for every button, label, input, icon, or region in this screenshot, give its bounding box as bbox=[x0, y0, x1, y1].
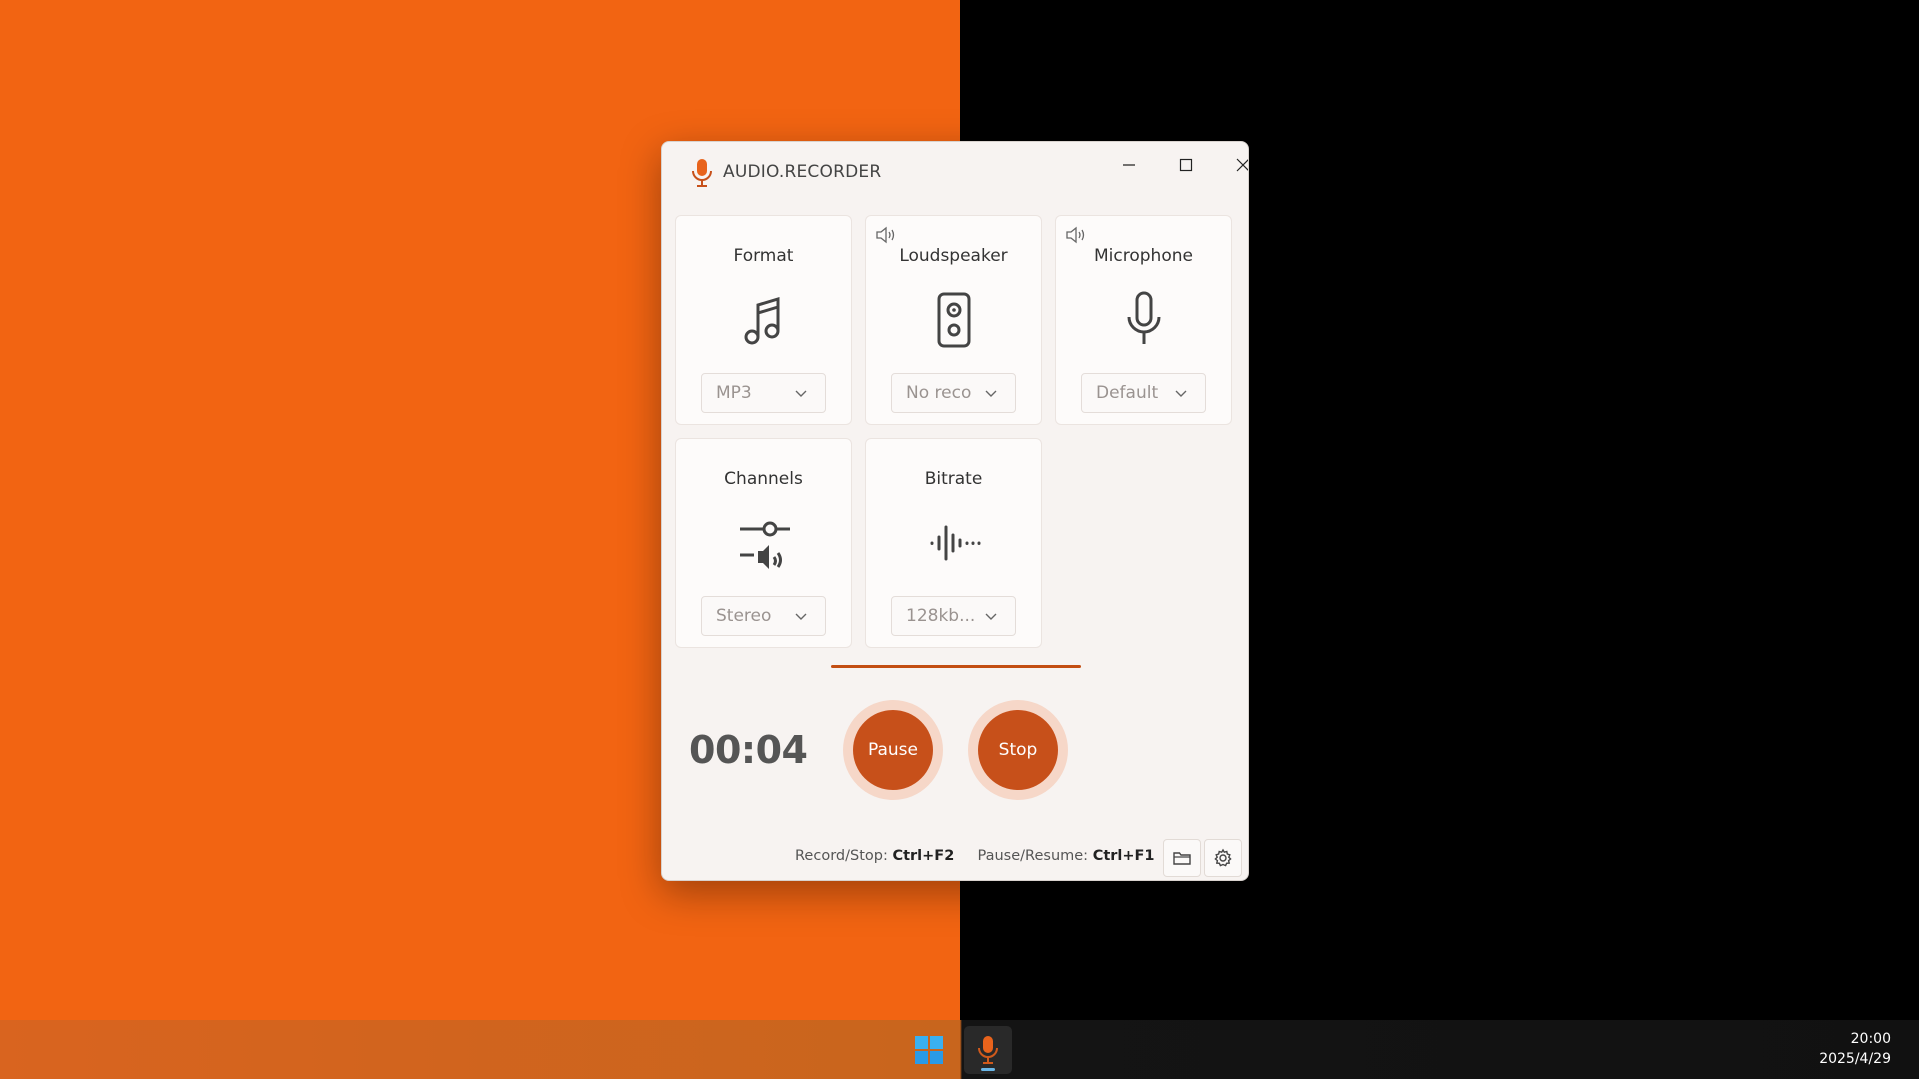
pause-shortcut-label: Pause/Resume: bbox=[977, 848, 1089, 864]
open-folder-button[interactable] bbox=[1163, 839, 1201, 877]
start-button[interactable] bbox=[909, 1030, 949, 1070]
chevron-down-icon bbox=[795, 613, 807, 620]
microphone-card: Microphone Default bbox=[1055, 215, 1232, 425]
minimize-icon bbox=[1123, 164, 1135, 166]
taskbar-audio-recorder[interactable] bbox=[964, 1026, 1012, 1074]
chevron-down-icon bbox=[985, 613, 997, 620]
channels-card: Channels Stereo bbox=[675, 438, 852, 648]
format-dropdown[interactable]: MP3 bbox=[701, 373, 826, 413]
loudspeaker-card-title: Loudspeaker bbox=[899, 246, 1008, 266]
close-button[interactable] bbox=[1220, 150, 1248, 180]
stop-button[interactable]: Stop bbox=[968, 700, 1068, 800]
taskbar: 20:00 2025/4/29 bbox=[0, 1020, 1919, 1079]
speaker-volume-icon bbox=[876, 226, 895, 244]
channels-dropdown[interactable]: Stereo bbox=[701, 596, 826, 636]
sliders-volume-icon bbox=[740, 521, 790, 569]
gear-icon bbox=[1214, 848, 1232, 867]
music-note-icon bbox=[744, 296, 780, 345]
chevron-down-icon bbox=[1175, 390, 1187, 397]
microphone-card-title: Microphone bbox=[1094, 246, 1193, 266]
microphone-icon bbox=[1127, 291, 1161, 344]
windows-logo-icon bbox=[915, 1036, 943, 1064]
bitrate-card: Bitrate 128kb... bbox=[865, 438, 1042, 648]
format-card: Format MP3 bbox=[675, 215, 852, 425]
recording-timer: 00:04 bbox=[689, 728, 808, 772]
clock-time: 20:00 bbox=[1850, 1031, 1891, 1047]
loudspeaker-dropdown-value: No reco bbox=[906, 383, 972, 403]
maximize-button[interactable] bbox=[1163, 150, 1209, 180]
speaker-volume-icon bbox=[1066, 226, 1085, 244]
bitrate-dropdown-value: 128kb... bbox=[906, 606, 976, 626]
settings-button[interactable] bbox=[1204, 839, 1242, 877]
chevron-down-icon bbox=[795, 390, 807, 397]
stop-button-label: Stop bbox=[978, 710, 1058, 790]
pause-shortcut-key: Ctrl+F1 bbox=[1092, 848, 1155, 864]
system-clock[interactable]: 20:00 2025/4/29 bbox=[1819, 1029, 1891, 1069]
microphone-app-icon bbox=[978, 1036, 998, 1064]
bitrate-dropdown[interactable]: 128kb... bbox=[891, 596, 1016, 636]
channels-card-title: Channels bbox=[724, 469, 803, 489]
pause-button[interactable]: Pause bbox=[843, 700, 943, 800]
loudspeaker-dropdown[interactable]: No reco bbox=[891, 373, 1016, 413]
chevron-down-icon bbox=[985, 390, 997, 397]
shortcut-hints: Record/Stop: Ctrl+F2 Pause/Resume: Ctrl+… bbox=[795, 848, 1155, 864]
close-icon bbox=[1236, 158, 1248, 172]
loudspeaker-icon bbox=[937, 292, 971, 348]
maximize-icon bbox=[1179, 158, 1193, 172]
folder-icon bbox=[1173, 852, 1191, 865]
waveform-icon bbox=[930, 525, 981, 561]
recording-progress-divider bbox=[831, 665, 1081, 668]
loudspeaker-card: Loudspeaker No reco bbox=[865, 215, 1042, 425]
channels-dropdown-value: Stereo bbox=[716, 606, 772, 626]
app-title: AUDIO.RECORDER bbox=[723, 162, 882, 182]
microphone-dropdown[interactable]: Default bbox=[1081, 373, 1206, 413]
title-bar[interactable]: AUDIO.RECORDER bbox=[662, 142, 1248, 202]
microphone-dropdown-value: Default bbox=[1096, 383, 1159, 403]
format-dropdown-value: MP3 bbox=[716, 383, 752, 403]
record-shortcut-key: Ctrl+F2 bbox=[892, 848, 955, 864]
clock-date: 2025/4/29 bbox=[1819, 1051, 1891, 1067]
pause-button-label: Pause bbox=[853, 710, 933, 790]
format-card-title: Format bbox=[733, 246, 794, 266]
record-shortcut-label: Record/Stop: bbox=[795, 848, 888, 864]
bitrate-card-title: Bitrate bbox=[924, 469, 983, 489]
audio-recorder-window: AUDIO.RECORDER Format MP3 Loudspeaker No… bbox=[661, 141, 1249, 881]
minimize-button[interactable] bbox=[1106, 150, 1152, 180]
microphone-app-icon bbox=[692, 159, 712, 187]
active-app-indicator bbox=[981, 1068, 995, 1071]
